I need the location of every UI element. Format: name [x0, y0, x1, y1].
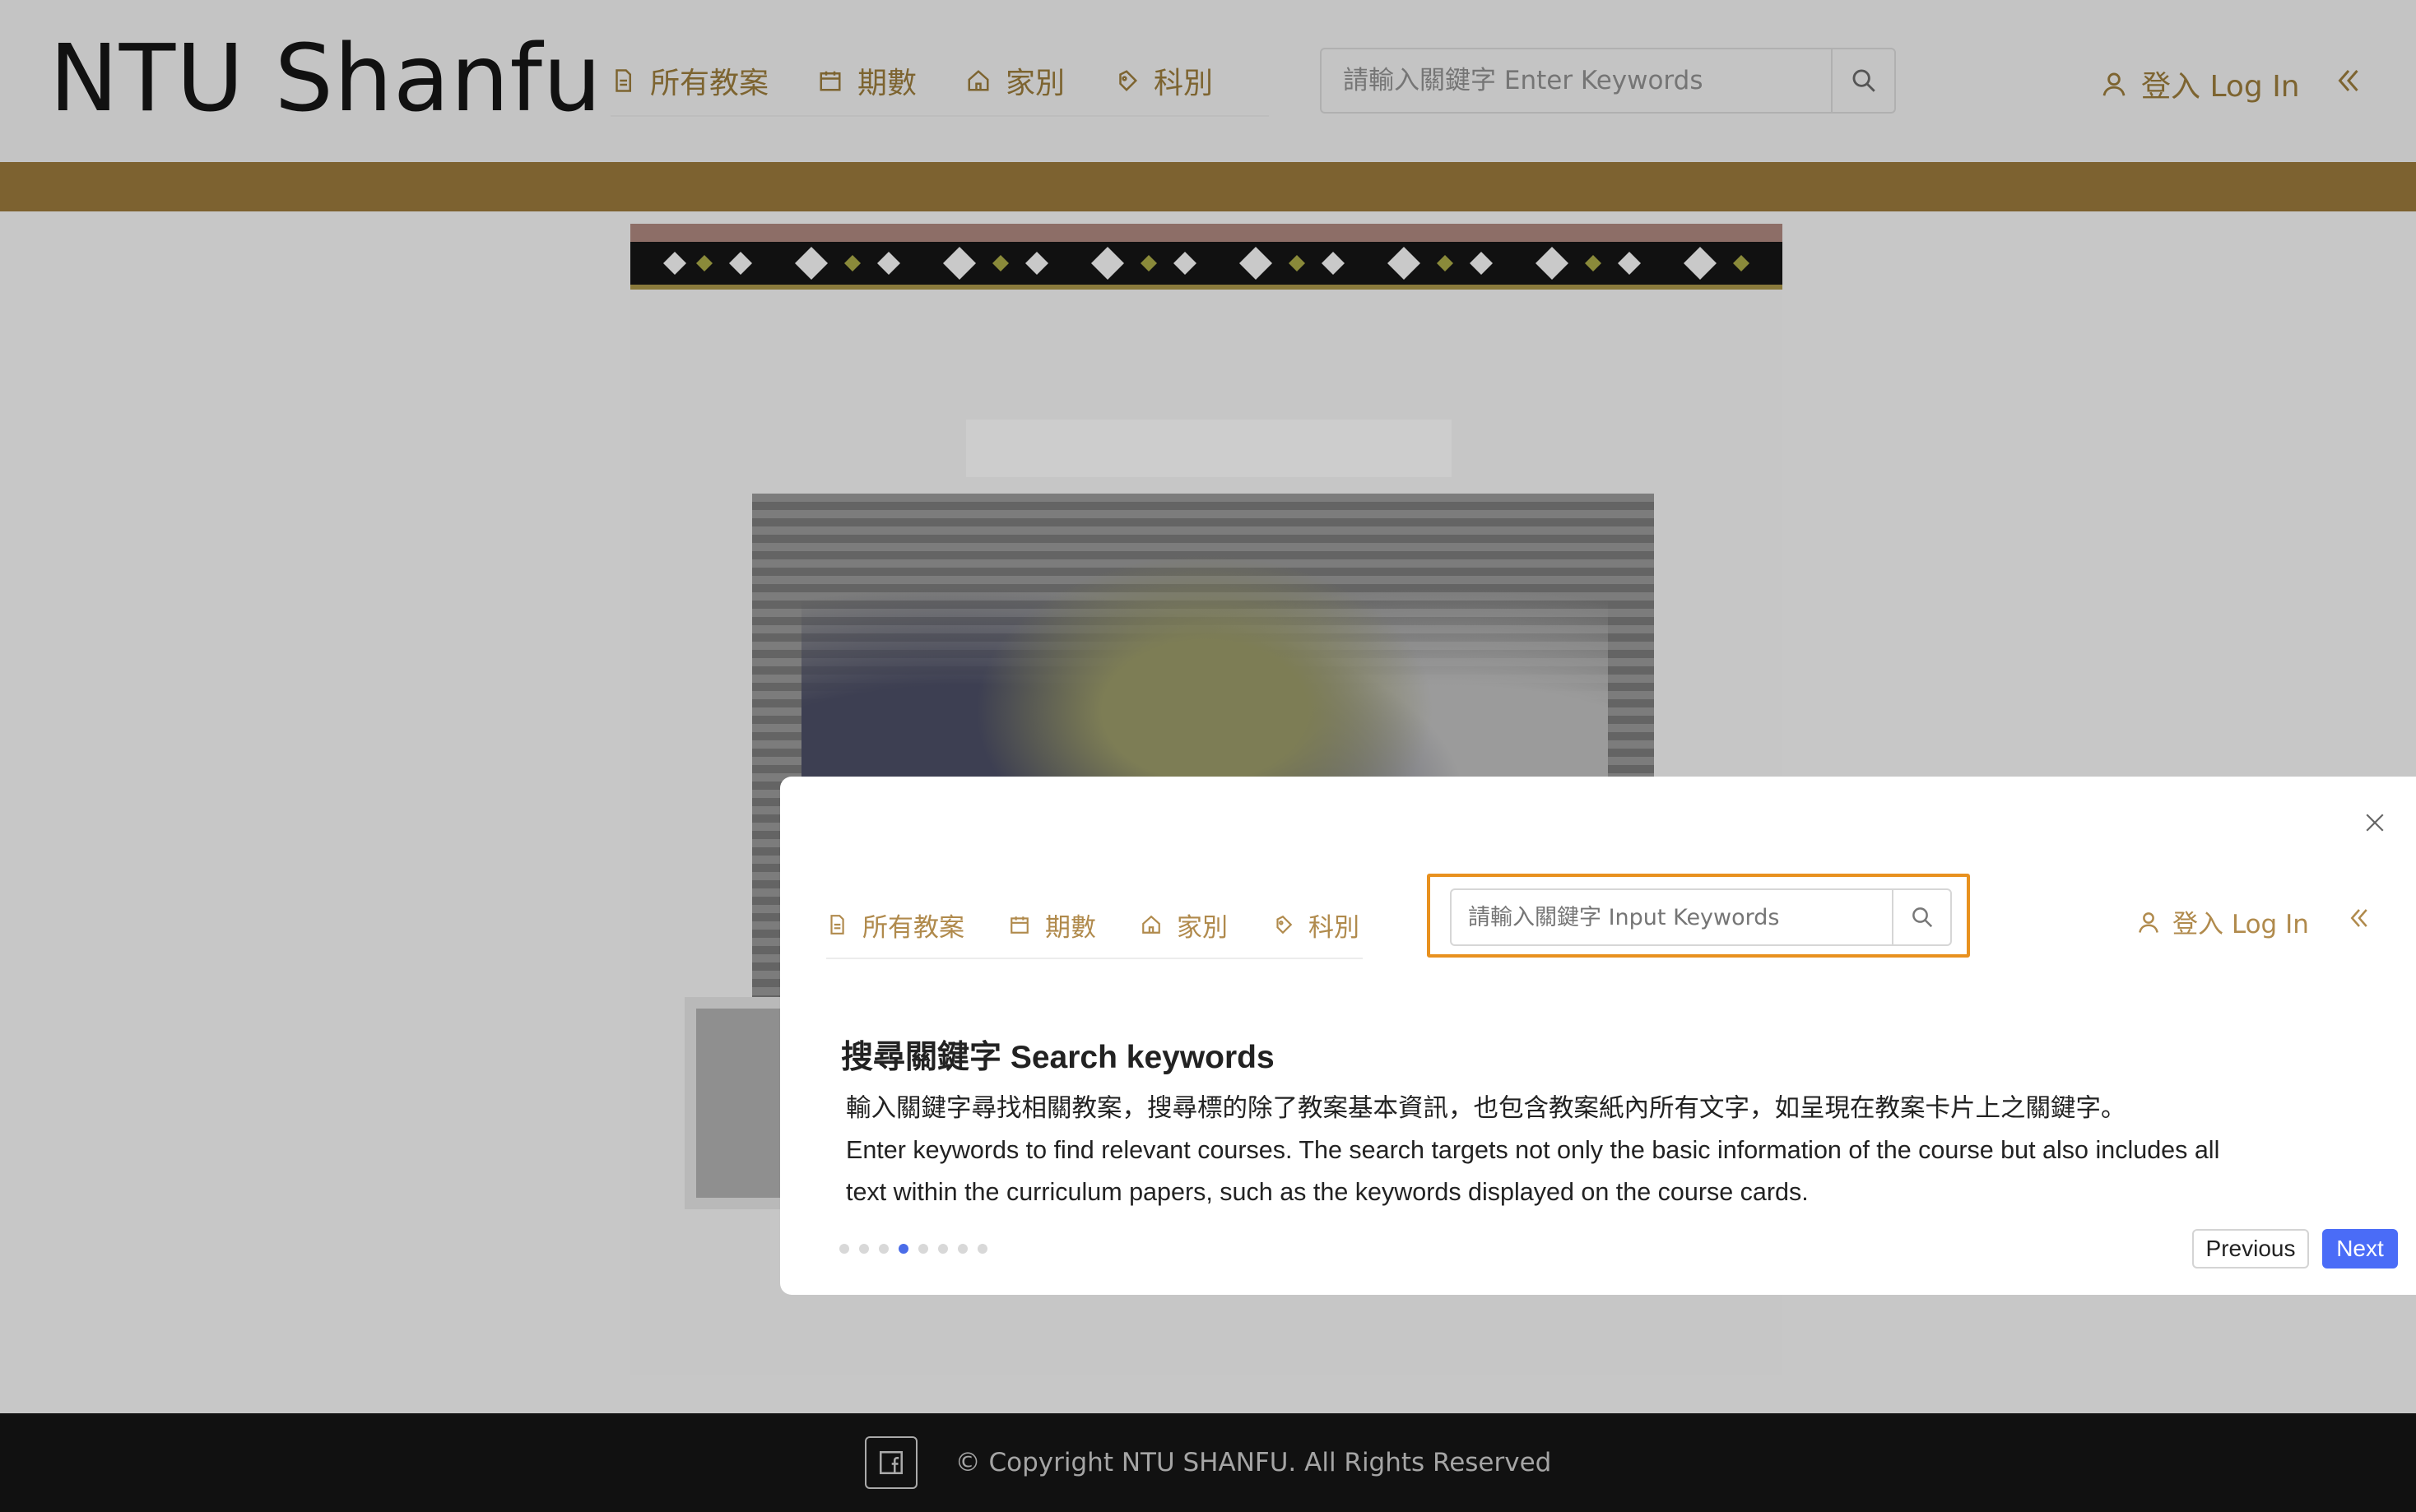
nav-item-label: 所有教案	[862, 912, 964, 943]
top-header: NTU Shanfu 所有教案 期數 家別 科別 登入 Log In	[0, 0, 2416, 162]
nav-item-label: 期數	[857, 67, 918, 100]
tour-step-description: 輸入關鍵字尋找相關教案，搜尋標的除了教案基本資訊，也包含教案紙內所有文字，如呈現…	[846, 1088, 2344, 1213]
nav-item-label: 科別	[1308, 912, 1359, 943]
nav-item-houses[interactable]: 家別	[966, 54, 1065, 107]
description-line: Enter keywords to find relevant courses.…	[846, 1136, 2220, 1164]
tag-icon	[1276, 915, 1293, 935]
tag-icon	[1119, 70, 1138, 92]
tribal-pattern-banner	[630, 224, 1782, 290]
user-icon	[2139, 911, 2158, 933]
step-dot[interactable]	[938, 1244, 948, 1254]
search-button[interactable]	[1831, 49, 1894, 112]
document-icon	[830, 915, 844, 935]
copyright-text: © Copyright NTU SHANFU. All Rights Reser…	[955, 1448, 1552, 1477]
calendar-icon	[820, 71, 841, 91]
login-link[interactable]: 登入 Log In	[2136, 903, 2309, 940]
step-dot-active[interactable]	[899, 1244, 908, 1254]
search-icon	[1912, 907, 1932, 928]
header-search	[1320, 48, 1896, 114]
accent-band	[0, 162, 2416, 211]
double-chevron-left-icon	[2338, 70, 2358, 91]
footer: © Copyright NTU SHANFU. All Rights Reser…	[0, 1413, 2416, 1512]
facebook-icon	[879, 1450, 903, 1475]
description-line: text within the curriculum papers, such …	[846, 1178, 1809, 1206]
home-icon	[968, 70, 989, 91]
tape-strip	[966, 420, 1452, 477]
home-icon	[1142, 915, 1160, 934]
step-dot[interactable]	[978, 1244, 987, 1254]
modal-nav-preview: 所有教案 期數 家別 科別	[826, 898, 1363, 959]
nav-item-label: 科別	[1154, 67, 1214, 100]
user-icon	[2102, 72, 2126, 96]
description-line: 輸入關鍵字尋找相關教案，搜尋標的除了教案基本資訊，也包含教案紙內所有文字，如呈現…	[846, 1094, 2126, 1122]
search-icon	[1852, 69, 1875, 92]
main-nav: 所有教案 期數 家別 科別	[611, 54, 1269, 117]
nav-item-subjects[interactable]: 科別	[1114, 54, 1213, 107]
search-input[interactable]	[1322, 49, 1832, 112]
document-icon	[616, 69, 631, 92]
tour-modal: 所有教案 期數 家別 科別 登入 Log In 搜尋關鍵字 Search key…	[780, 777, 2416, 1295]
step-dot[interactable]	[839, 1244, 849, 1254]
nav-item-all-plans[interactable]: 所有教案	[611, 54, 769, 107]
modal-search-preview	[1450, 888, 1952, 946]
next-button[interactable]: Next	[2322, 1229, 2398, 1269]
step-dot[interactable]	[958, 1244, 968, 1254]
nav-item-sessions[interactable]: 期數	[818, 54, 917, 107]
search-input[interactable]	[1452, 890, 1893, 944]
facebook-link[interactable]	[864, 1436, 918, 1489]
login-label: 登入 Log In	[2172, 910, 2309, 939]
step-dot[interactable]	[879, 1244, 889, 1254]
nav-item-label: 家別	[1177, 912, 1228, 943]
step-indicator	[839, 1244, 997, 1254]
step-dot[interactable]	[918, 1244, 928, 1254]
calendar-icon	[1011, 916, 1029, 934]
nav-item-all-plans[interactable]: 所有教案	[826, 898, 964, 951]
collapse-button[interactable]	[2347, 903, 2372, 936]
search-button[interactable]	[1892, 890, 1950, 944]
step-dot[interactable]	[859, 1244, 869, 1254]
double-chevron-left-icon	[2350, 909, 2367, 927]
nav-item-subjects[interactable]: 科別	[1272, 898, 1359, 951]
login-link[interactable]: 登入 Log In	[2100, 63, 2300, 105]
close-icon	[2366, 814, 2384, 832]
nav-item-houses[interactable]: 家別	[1141, 898, 1228, 951]
previous-button[interactable]: Previous	[2192, 1229, 2309, 1269]
nav-item-label: 所有教案	[650, 67, 769, 100]
site-logo[interactable]: NTU Shanfu	[49, 30, 602, 128]
tour-step-title: 搜尋關鍵字 Search keywords	[841, 1040, 1275, 1075]
collapse-button[interactable]	[2334, 64, 2363, 100]
close-button[interactable]	[2358, 806, 2391, 839]
nav-item-sessions[interactable]: 期數	[1009, 898, 1096, 951]
login-label: 登入 Log In	[2141, 70, 2300, 104]
nav-item-label: 家別	[1006, 67, 1066, 100]
nav-item-label: 期數	[1045, 912, 1096, 943]
